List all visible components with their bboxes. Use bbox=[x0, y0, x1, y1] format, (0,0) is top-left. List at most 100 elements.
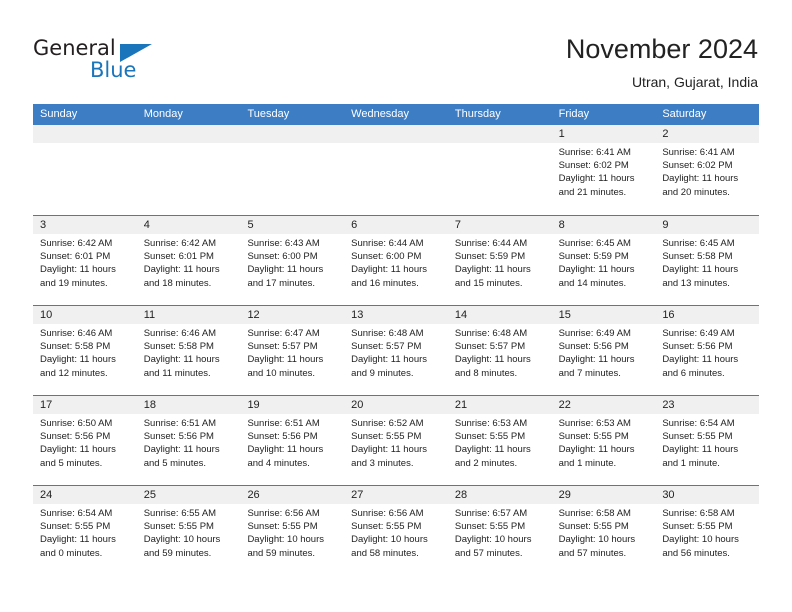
calendar-day-cell[interactable]: 6 Sunrise: 6:44 AM Sunset: 6:00 PM Daylight… bbox=[344, 216, 448, 305]
sunrise-time: Sunrise: 6:53 AM bbox=[558, 418, 631, 429]
day-sun-info: Sunrise: 6:53 AM Sunset: 5:55 PM Daylight:… bbox=[552, 414, 656, 470]
daylight-duration-line1: Daylight: 10 hours bbox=[351, 534, 428, 546]
day-number-strip bbox=[240, 125, 345, 143]
calendar-day-cell[interactable]: 2 Sunrise: 6:41 AM Sunset: 6:02 PM Daylight… bbox=[655, 125, 760, 215]
day-number-strip: 25 bbox=[136, 486, 241, 504]
daylight-duration-line1: Daylight: 11 hours bbox=[662, 173, 739, 185]
day-number-strip: 23 bbox=[655, 396, 760, 414]
calendar-day-cell[interactable]: 22 Sunrise: 6:53 AM Sunset: 5:55 PM Dayligh… bbox=[551, 396, 656, 485]
sunrise-time: Sunrise: 6:41 AM bbox=[662, 147, 735, 158]
sunset-time: Sunset: 5:57 PM bbox=[247, 341, 318, 353]
day-number-strip bbox=[136, 125, 241, 143]
calendar-day-cell[interactable]: 11 Sunrise: 6:46 AM Sunset: 5:58 PM Dayligh… bbox=[136, 306, 241, 395]
day-sun-info: Sunrise: 6:43 AM Sunset: 6:00 PM Daylight:… bbox=[240, 234, 344, 290]
day-number-strip: 27 bbox=[344, 486, 448, 504]
day-number: 3 bbox=[40, 219, 47, 231]
sunset-time: Sunset: 5:56 PM bbox=[40, 431, 111, 443]
sunrise-time: Sunrise: 6:45 AM bbox=[662, 238, 735, 249]
day-number-strip: 18 bbox=[136, 396, 241, 414]
sunrise-time: Sunrise: 6:43 AM bbox=[247, 238, 320, 249]
calendar-day-cell[interactable]: 4 Sunrise: 6:42 AM Sunset: 6:01 PM Daylight… bbox=[136, 216, 241, 305]
day-number-strip: 26 bbox=[240, 486, 345, 504]
sunset-time: Sunset: 5:55 PM bbox=[247, 521, 318, 533]
calendar-week-row: 3 Sunrise: 6:42 AM Sunset: 6:01 PM Daylight… bbox=[33, 215, 760, 305]
calendar-day-cell-empty bbox=[240, 125, 345, 215]
daylight-duration-line2: and 16 minutes. bbox=[351, 277, 419, 289]
calendar-day-cell[interactable]: 25 Sunrise: 6:55 AM Sunset: 5:55 PM Dayligh… bbox=[136, 486, 241, 575]
day-number: 29 bbox=[558, 489, 571, 501]
daylight-duration-line1: Daylight: 11 hours bbox=[558, 444, 635, 456]
calendar-day-cell[interactable]: 9 Sunrise: 6:45 AM Sunset: 5:58 PM Daylight… bbox=[655, 216, 760, 305]
weekday-header-thursday: Thursday bbox=[454, 108, 501, 120]
sunset-time: Sunset: 5:58 PM bbox=[662, 251, 733, 263]
day-sun-info: Sunrise: 6:46 AM Sunset: 5:58 PM Daylight:… bbox=[33, 324, 137, 380]
calendar-day-cell[interactable]: 30 Sunrise: 6:58 AM Sunset: 5:55 PM Dayligh… bbox=[655, 486, 760, 575]
calendar-day-cell[interactable]: 21 Sunrise: 6:53 AM Sunset: 5:55 PM Dayligh… bbox=[447, 396, 552, 485]
sunset-time: Sunset: 5:55 PM bbox=[351, 521, 422, 533]
daylight-duration-line1: Daylight: 10 hours bbox=[662, 534, 739, 546]
calendar-day-cell[interactable]: 7 Sunrise: 6:44 AM Sunset: 5:59 PM Daylight… bbox=[447, 216, 552, 305]
daylight-duration-line2: and 5 minutes. bbox=[143, 457, 207, 469]
calendar-day-cell[interactable]: 27 Sunrise: 6:56 AM Sunset: 5:55 PM Dayligh… bbox=[344, 486, 448, 575]
day-number: 23 bbox=[662, 399, 675, 411]
calendar-day-cell[interactable]: 14 Sunrise: 6:48 AM Sunset: 5:57 PM Dayligh… bbox=[447, 306, 552, 395]
calendar-day-cell[interactable]: 5 Sunrise: 6:43 AM Sunset: 6:00 PM Daylight… bbox=[240, 216, 345, 305]
sunset-time: Sunset: 6:02 PM bbox=[662, 160, 733, 172]
calendar-day-cell[interactable]: 10 Sunrise: 6:46 AM Sunset: 5:58 PM Dayligh… bbox=[33, 306, 137, 395]
weekday-header-wednesday: Wednesday bbox=[351, 108, 410, 120]
sunset-time: Sunset: 5:59 PM bbox=[558, 251, 629, 263]
calendar-day-cell[interactable]: 16 Sunrise: 6:49 AM Sunset: 5:56 PM Dayligh… bbox=[655, 306, 760, 395]
day-number-strip: 15 bbox=[551, 306, 656, 324]
day-sun-info: Sunrise: 6:47 AM Sunset: 5:57 PM Daylight:… bbox=[240, 324, 344, 380]
page-header: General Blue November 2024 Utran, Gujara… bbox=[0, 0, 792, 98]
calendar-day-cell[interactable]: 20 Sunrise: 6:52 AM Sunset: 5:55 PM Dayligh… bbox=[344, 396, 448, 485]
calendar-day-cell[interactable]: 19 Sunrise: 6:51 AM Sunset: 5:56 PM Dayligh… bbox=[240, 396, 345, 485]
calendar-day-cell[interactable]: 24 Sunrise: 6:54 AM Sunset: 5:55 PM Dayligh… bbox=[33, 486, 137, 575]
day-sun-info: Sunrise: 6:41 AM Sunset: 6:02 PM Daylight:… bbox=[655, 143, 759, 199]
day-number-strip: 24 bbox=[33, 486, 137, 504]
day-sun-info: Sunrise: 6:45 AM Sunset: 5:58 PM Daylight:… bbox=[655, 234, 759, 290]
day-number-strip: 21 bbox=[447, 396, 552, 414]
calendar-day-cell[interactable]: 26 Sunrise: 6:56 AM Sunset: 5:55 PM Dayligh… bbox=[240, 486, 345, 575]
calendar-day-cell[interactable]: 1 Sunrise: 6:41 AM Sunset: 6:02 PM Daylight… bbox=[551, 125, 656, 215]
calendar-day-cell[interactable]: 23 Sunrise: 6:54 AM Sunset: 5:55 PM Dayligh… bbox=[655, 396, 760, 485]
calendar-day-cell[interactable]: 8 Sunrise: 6:45 AM Sunset: 5:59 PM Daylight… bbox=[551, 216, 656, 305]
calendar-day-cell[interactable]: 15 Sunrise: 6:49 AM Sunset: 5:56 PM Dayligh… bbox=[551, 306, 656, 395]
day-number-strip: 28 bbox=[447, 486, 552, 504]
daylight-duration-line1: Daylight: 11 hours bbox=[662, 264, 739, 276]
day-number-strip: 17 bbox=[33, 396, 137, 414]
daylight-duration-line2: and 59 minutes. bbox=[247, 547, 316, 559]
sunrise-time: Sunrise: 6:49 AM bbox=[662, 328, 735, 339]
daylight-duration-line2: and 58 minutes. bbox=[351, 547, 419, 559]
calendar-day-cell[interactable]: 3 Sunrise: 6:42 AM Sunset: 6:01 PM Daylight… bbox=[33, 216, 137, 305]
page-title: November 2024 bbox=[565, 34, 758, 64]
weekday-header-sunday: Sunday bbox=[40, 108, 78, 120]
sunset-time: Sunset: 6:01 PM bbox=[143, 251, 214, 263]
calendar-day-cell[interactable]: 12 Sunrise: 6:47 AM Sunset: 5:57 PM Dayligh… bbox=[240, 306, 345, 395]
daylight-duration-line1: Daylight: 10 hours bbox=[558, 534, 636, 546]
calendar-day-cell-empty bbox=[344, 125, 448, 215]
day-number-strip: 2 bbox=[655, 125, 760, 143]
sunset-time: Sunset: 5:55 PM bbox=[558, 521, 629, 533]
daylight-duration-line2: and 13 minutes. bbox=[662, 277, 730, 289]
daylight-duration-line2: and 3 minutes. bbox=[351, 457, 414, 469]
day-number: 12 bbox=[247, 309, 260, 321]
calendar-day-cell[interactable]: 18 Sunrise: 6:51 AM Sunset: 5:56 PM Dayligh… bbox=[136, 396, 241, 485]
sunrise-time: Sunrise: 6:47 AM bbox=[247, 328, 320, 339]
calendar-day-cell[interactable]: 17 Sunrise: 6:50 AM Sunset: 5:56 PM Dayligh… bbox=[33, 396, 137, 485]
sunrise-time: Sunrise: 6:57 AM bbox=[454, 508, 528, 519]
logo-text-general: General bbox=[33, 36, 116, 60]
calendar-day-cell[interactable]: 13 Sunrise: 6:48 AM Sunset: 5:57 PM Dayligh… bbox=[344, 306, 448, 395]
calendar-day-cell[interactable]: 29 Sunrise: 6:58 AM Sunset: 5:55 PM Dayligh… bbox=[551, 486, 656, 575]
sunrise-time: Sunrise: 6:54 AM bbox=[662, 418, 735, 429]
daylight-duration-line1: Daylight: 11 hours bbox=[454, 354, 531, 366]
daylight-duration-line2: and 19 minutes. bbox=[40, 277, 108, 289]
daylight-duration-line1: Daylight: 11 hours bbox=[558, 173, 635, 185]
calendar-day-cell[interactable]: 28 Sunrise: 6:57 AM Sunset: 5:55 PM Dayligh… bbox=[447, 486, 552, 575]
general-blue-logo[interactable]: General Blue bbox=[33, 36, 163, 86]
sunrise-time: Sunrise: 6:51 AM bbox=[143, 418, 217, 429]
day-number: 20 bbox=[351, 399, 364, 411]
calendar-week-row: 17 Sunrise: 6:50 AM Sunset: 5:56 PM Dayligh… bbox=[33, 395, 760, 485]
day-number: 16 bbox=[662, 309, 675, 321]
sunset-time: Sunset: 5:55 PM bbox=[143, 521, 214, 533]
